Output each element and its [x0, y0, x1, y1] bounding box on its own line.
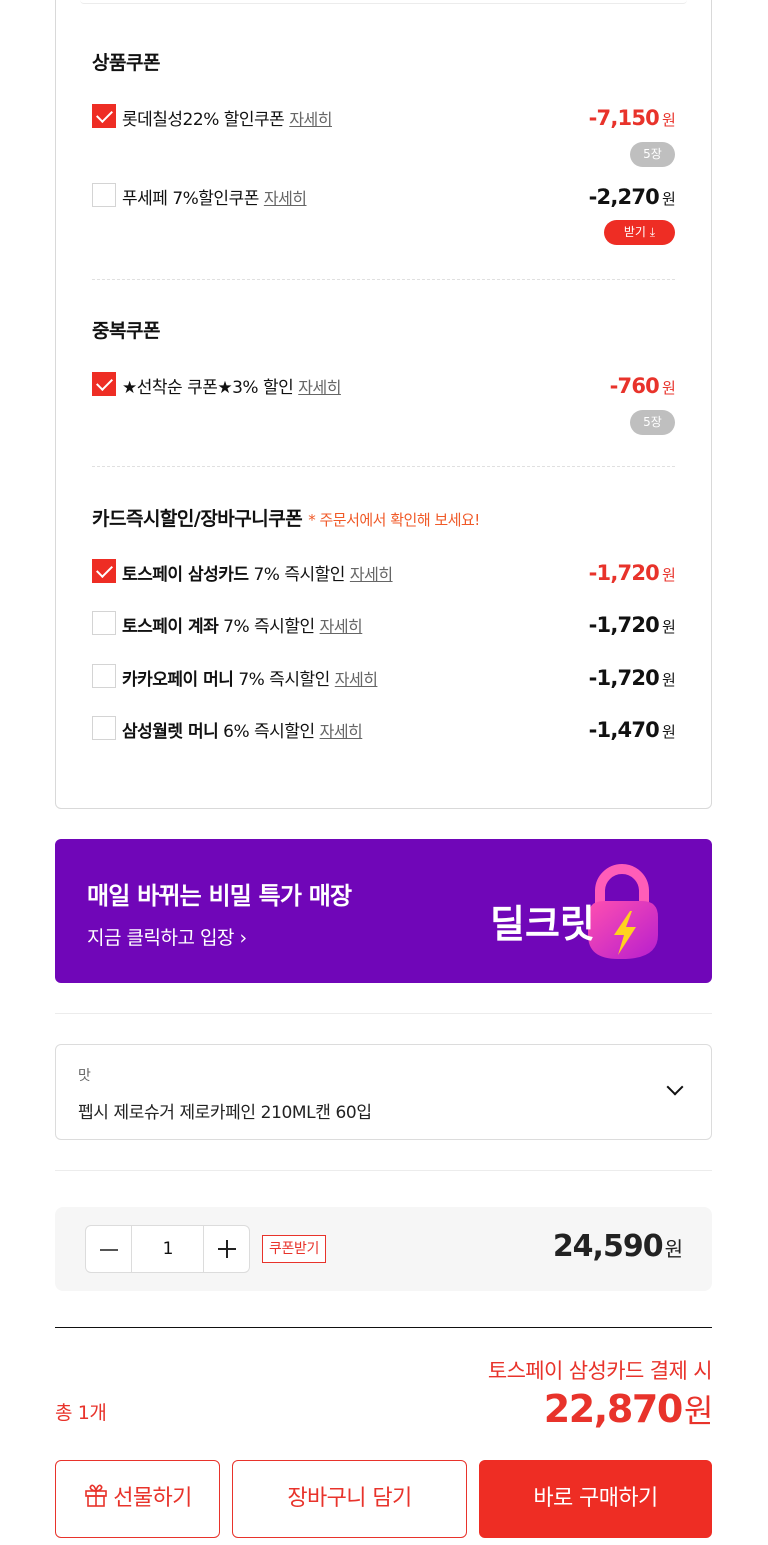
card-benefit-text: 토스페이 삼성카드 결제 시 [487, 1359, 713, 1383]
won-unit: 원 [661, 190, 676, 208]
option-label: 맛 [78, 1068, 91, 1084]
summary-divider [55, 1327, 712, 1328]
won-unit: 원 [661, 723, 676, 741]
coupon-name: ★선착순 쿠폰★3% 할인 [122, 378, 294, 398]
card-discount-title: 카드즉시할인/장바구니쿠폰 * 주문서에서 확인해 보세요! [92, 504, 480, 531]
card-discount-title-text: 카드즉시할인/장바구니쿠폰 [92, 508, 303, 530]
coupon-name: 롯데칠성22% 할인쿠폰 [122, 110, 285, 130]
detail-link[interactable]: 자세히 [289, 110, 332, 129]
coupon-count-badge: 5장 [630, 142, 675, 167]
checkbox-unchecked[interactable] [92, 716, 116, 740]
card-desc: 7% 즉시할인 [253, 565, 345, 585]
total-price: 22,870 [543, 1387, 684, 1431]
card-amount: -1,720 [588, 613, 660, 637]
dealcret-banner[interactable]: 매일 바뀌는 비밀 특가 매장 지금 클릭하고 입장 › 딜크릿 [55, 839, 712, 983]
gift-icon [85, 1484, 108, 1507]
divider [55, 1170, 712, 1171]
card-desc: 6% 즉시할인 [223, 722, 315, 742]
checkbox-checked[interactable] [92, 559, 116, 583]
banner-title: 매일 바뀌는 비밀 특가 매장 [87, 882, 352, 910]
card-brand: 삼성월렛 머니 [122, 722, 219, 742]
plus-icon[interactable] [203, 1226, 249, 1272]
option-select[interactable]: 맛 펩시 제로슈거 제로카페인 210ML캔 60입 [55, 1044, 712, 1140]
add-to-cart-button[interactable]: 장바구니 담기 [232, 1460, 467, 1538]
detail-link[interactable]: 자세히 [350, 565, 393, 584]
card-amount: -1,720 [588, 666, 660, 690]
won-unit: 원 [661, 566, 676, 584]
coupon-amount: -7,150 [588, 106, 660, 130]
gift-button[interactable]: 선물하기 [55, 1460, 220, 1538]
won-unit: 원 [661, 379, 676, 397]
card-row-tosspay-samsung[interactable]: 토스페이 삼성카드 7% 즉시할인 자세히 -1,720 원 [92, 559, 676, 585]
get-coupon-button[interactable]: 쿠폰받기 [262, 1235, 326, 1263]
card-amount: -1,470 [588, 718, 660, 742]
coupon-amount: -760 [609, 374, 660, 398]
card-brand: 토스페이 계좌 [122, 617, 219, 637]
coupon-name: 푸세페 7%할인쿠폰 [122, 189, 259, 209]
card-row-tosspay-account[interactable]: 토스페이 계좌 7% 즉시할인 자세히 -1,720 원 [92, 611, 676, 637]
option-value: 펩시 제로슈거 제로카페인 210ML캔 60입 [78, 1103, 372, 1123]
buy-now-button[interactable]: 바로 구매하기 [479, 1460, 712, 1538]
coupon-row-firstcome[interactable]: ★선착순 쿠폰★3% 할인 자세히 -760 원 [92, 372, 676, 398]
quantity-value[interactable]: 1 [132, 1226, 204, 1272]
coupon-row-pusepe[interactable]: 푸세페 7%할인쿠폰 자세히 -2,270 원 [92, 183, 676, 209]
download-coupon-button[interactable]: 받기 ⤓ [604, 220, 675, 245]
minus-icon[interactable] [86, 1226, 132, 1272]
checkbox-checked[interactable] [92, 104, 116, 128]
divider [55, 1013, 712, 1014]
logo-wordmark: 딜크릿 [490, 902, 595, 946]
won-unit: 원 [661, 111, 676, 129]
gift-button-label: 선물하기 [113, 1486, 192, 1511]
card-amount: -1,720 [588, 561, 660, 585]
detail-link[interactable]: 자세히 [320, 722, 363, 741]
product-coupon-title: 상품쿠폰 [92, 52, 160, 74]
card-desc: 7% 즉시할인 [238, 670, 330, 690]
duplicate-coupon-title: 중복쿠폰 [92, 320, 160, 342]
won-unit: 원 [664, 1237, 683, 1261]
chevron-down-icon[interactable] [666, 1078, 684, 1096]
detail-link[interactable]: 자세히 [298, 378, 341, 397]
won-unit: 원 [683, 1392, 713, 1430]
checkbox-checked[interactable] [92, 372, 116, 396]
detail-link[interactable]: 자세히 [264, 189, 307, 208]
banner-subtitle: 지금 클릭하고 입장 › [87, 927, 247, 949]
card-brand: 토스페이 삼성카드 [122, 565, 249, 585]
quantity-stepper: 1 [85, 1225, 250, 1273]
dealcret-lock-icon: 딜크릿 [490, 864, 658, 959]
coupon-count-badge: 5장 [630, 410, 675, 435]
won-unit: 원 [661, 671, 676, 689]
section-divider [92, 466, 675, 467]
card-brand: 카카오페이 머니 [122, 670, 234, 690]
order-sheet-note: * 주문서에서 확인해 보세요! [308, 511, 480, 529]
checkbox-unchecked[interactable] [92, 611, 116, 635]
card-row-samsungwallet[interactable]: 삼성월렛 머니 6% 즉시할인 자세히 -1,470 원 [92, 716, 676, 742]
section-divider [92, 279, 675, 280]
total-count: 총 1개 [55, 1402, 107, 1424]
coupon-amount: -2,270 [588, 185, 660, 209]
checkbox-unchecked[interactable] [92, 183, 116, 207]
card-desc: 7% 즉시할인 [223, 617, 315, 637]
won-unit: 원 [661, 618, 676, 636]
coupon-row-lotte[interactable]: 롯데칠성22% 할인쿠폰 자세히 -7,150 원 [92, 104, 676, 130]
quantity-panel: 1 쿠폰받기 24,590 원 [55, 1207, 712, 1291]
detail-link[interactable]: 자세히 [335, 670, 378, 689]
card-row-kakaopay[interactable]: 카카오페이 머니 7% 즉시할인 자세히 -1,720 원 [92, 664, 676, 690]
item-price: 24,590 [552, 1229, 664, 1264]
checkbox-unchecked[interactable] [92, 664, 116, 688]
detail-link[interactable]: 자세히 [320, 617, 363, 636]
